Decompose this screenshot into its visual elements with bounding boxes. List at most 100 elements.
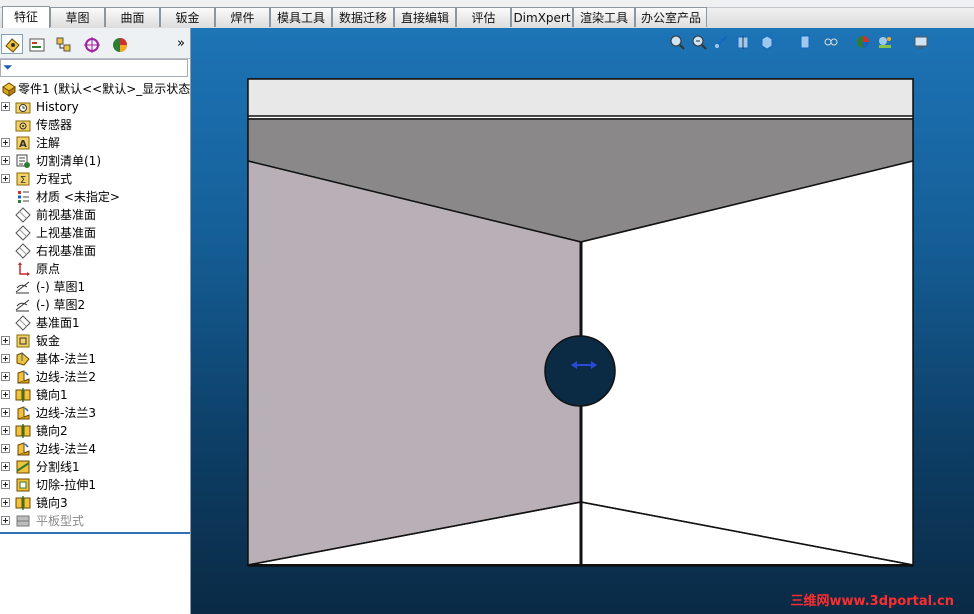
tree-item[interactable]: 镜向2 bbox=[0, 422, 190, 440]
sensor-icon bbox=[15, 117, 31, 133]
tree-item-label: (-) 草图2 bbox=[36, 298, 86, 312]
tree-item-label: 右视基准面 bbox=[36, 244, 97, 258]
tree-item-label: History bbox=[36, 100, 79, 114]
tree-rollback-bar[interactable] bbox=[0, 532, 190, 534]
tab-features[interactable]: 特征 bbox=[2, 6, 50, 28]
graphics-area[interactable]: 三维网www.3dportal.cn bbox=[191, 28, 974, 614]
sketch-icon bbox=[15, 297, 31, 313]
tab-item-3[interactable]: 钣金 bbox=[160, 7, 215, 27]
tree-item[interactable]: 平板型式 bbox=[0, 512, 190, 530]
expand-toggle[interactable] bbox=[1, 156, 10, 165]
tree-item[interactable]: 基体-法兰1 bbox=[0, 350, 190, 368]
tree-item[interactable]: 钣金 bbox=[0, 332, 190, 350]
origin-icon bbox=[15, 261, 31, 277]
tree-item[interactable]: (-) 草图2 bbox=[0, 296, 190, 314]
tree-item[interactable]: A 注解 bbox=[0, 134, 190, 152]
expand-toggle[interactable] bbox=[1, 174, 10, 183]
annotation-icon: A bbox=[15, 135, 31, 151]
tree-item[interactable]: 材质 <未指定> bbox=[0, 188, 190, 206]
tree-item[interactable]: (-) 草图1 bbox=[0, 278, 190, 296]
property-manager-tab[interactable] bbox=[25, 34, 47, 54]
expand-toggle[interactable] bbox=[1, 336, 10, 345]
tab-item-6[interactable]: 数据迁移 bbox=[332, 7, 394, 27]
tree-item[interactable]: 镜向3 bbox=[0, 494, 190, 512]
mirror-icon bbox=[15, 423, 31, 439]
tree-item-label: 分割线1 bbox=[36, 460, 80, 474]
expand-toggle[interactable] bbox=[1, 354, 10, 363]
tab-item-9[interactable]: DimXpert bbox=[511, 7, 573, 27]
expand-toggle[interactable] bbox=[1, 408, 10, 417]
property-manager-icon bbox=[29, 38, 45, 52]
split-line-icon bbox=[15, 459, 31, 475]
edge-flange-icon bbox=[15, 441, 31, 457]
tree-root-label: 零件1 (默认<<默认>_显示状态 bbox=[18, 82, 191, 96]
expand-panel-chevron[interactable]: » bbox=[177, 36, 185, 51]
panel-tabs: » bbox=[0, 28, 190, 59]
mirror-icon bbox=[15, 495, 31, 511]
tree-item[interactable]: History bbox=[0, 98, 190, 116]
tree-item-label: 方程式 bbox=[36, 172, 73, 186]
expand-toggle[interactable] bbox=[1, 426, 10, 435]
material-icon bbox=[15, 189, 31, 205]
feature-manager-tab[interactable] bbox=[1, 34, 23, 54]
tree-item[interactable]: 基准面1 bbox=[0, 314, 190, 332]
tree-item-label: 传感器 bbox=[36, 118, 73, 132]
expand-toggle[interactable] bbox=[1, 516, 10, 525]
expand-toggle[interactable] bbox=[1, 444, 10, 453]
expand-toggle[interactable] bbox=[1, 102, 10, 111]
tab-item-11[interactable]: 办公室产品 bbox=[635, 7, 707, 27]
tree-item[interactable]: 边线-法兰4 bbox=[0, 440, 190, 458]
tree-item-label: 钣金 bbox=[36, 334, 61, 348]
tree-item-label: 前视基准面 bbox=[36, 208, 97, 222]
tab-item-7[interactable]: 直接编辑 bbox=[394, 7, 456, 27]
tree-item[interactable]: 前视基准面 bbox=[0, 206, 190, 224]
expand-toggle[interactable] bbox=[1, 390, 10, 399]
base-flange-icon bbox=[15, 351, 31, 367]
equation-icon: Σ bbox=[15, 171, 31, 187]
plane-icon bbox=[15, 225, 31, 241]
history-folder-icon bbox=[15, 99, 31, 115]
part-icon bbox=[1, 81, 17, 97]
tab-item-4[interactable]: 焊件 bbox=[215, 7, 270, 27]
configuration-manager-tab[interactable] bbox=[52, 34, 74, 54]
display-manager-tab[interactable] bbox=[108, 34, 130, 54]
tree-item[interactable]: 边线-法兰3 bbox=[0, 404, 190, 422]
tree-item[interactable]: 切割清单(1) bbox=[0, 152, 190, 170]
tab-item-10[interactable]: 渲染工具 bbox=[573, 7, 635, 27]
tree-item-label: 注解 bbox=[36, 136, 61, 150]
tree-item-label: 切除-拉伸1 bbox=[36, 478, 96, 492]
tree-item[interactable]: 原点 bbox=[0, 260, 190, 278]
tree-item-label: 上视基准面 bbox=[36, 226, 97, 240]
expand-toggle[interactable] bbox=[1, 480, 10, 489]
dimxpert-manager-tab[interactable] bbox=[80, 34, 102, 54]
cut-extrude-hole bbox=[544, 335, 616, 407]
tree-item[interactable]: 分割线1 bbox=[0, 458, 190, 476]
edge-flange-icon bbox=[15, 405, 31, 421]
configuration-manager-icon bbox=[56, 37, 71, 52]
tree-root-part[interactable]: 零件1 (默认<<默认>_显示状态 bbox=[0, 80, 190, 98]
expand-toggle[interactable] bbox=[1, 138, 10, 147]
tree-item[interactable]: 传感器 bbox=[0, 116, 190, 134]
tree-item[interactable]: Σ 方程式 bbox=[0, 170, 190, 188]
plane-icon bbox=[15, 315, 31, 331]
tab-item-2[interactable]: 曲面 bbox=[105, 7, 160, 27]
watermark-text: 三维网www.3dportal.cn bbox=[790, 594, 954, 609]
expand-toggle[interactable] bbox=[1, 462, 10, 471]
expand-toggle[interactable] bbox=[1, 372, 10, 381]
tree-item[interactable]: 右视基准面 bbox=[0, 242, 190, 260]
tree-item[interactable]: 边线-法兰2 bbox=[0, 368, 190, 386]
tree-item-label: 边线-法兰2 bbox=[36, 370, 96, 384]
sheet-metal-icon bbox=[15, 333, 31, 349]
tree-filter-field[interactable]: ⏷ bbox=[0, 59, 188, 77]
command-manager-tabs: 特征 草图 曲面 钣金 焊件 模具工具 数据迁移 直接编辑 评估 DimXpert 渲染工具 办公室产… bbox=[0, 0, 974, 29]
tree-item[interactable]: 切除-拉伸1 bbox=[0, 476, 190, 494]
sketch-icon bbox=[15, 279, 31, 295]
tab-item-8[interactable]: 评估 bbox=[456, 7, 511, 27]
expand-toggle[interactable] bbox=[1, 498, 10, 507]
tab-item-5[interactable]: 模具工具 bbox=[270, 7, 332, 27]
tree-item[interactable]: 上视基准面 bbox=[0, 224, 190, 242]
edge-flange-icon bbox=[15, 369, 31, 385]
tree-item[interactable]: 镜向1 bbox=[0, 386, 190, 404]
model-view[interactable] bbox=[191, 28, 974, 614]
tab-item-1[interactable]: 草图 bbox=[50, 7, 105, 27]
